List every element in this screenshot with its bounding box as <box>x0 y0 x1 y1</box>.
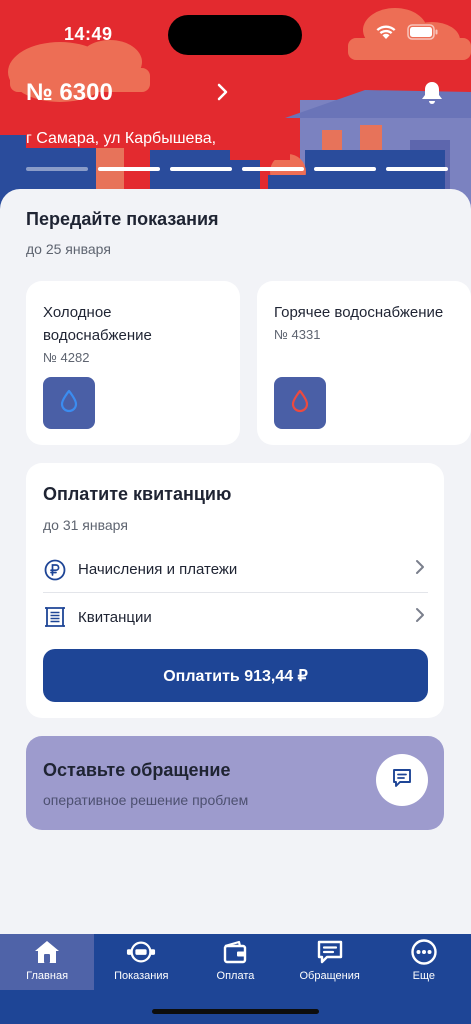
wallet-icon <box>220 938 250 966</box>
more-icon <box>409 938 439 966</box>
status-bar-icons <box>375 24 439 45</box>
chat-icon <box>391 767 413 794</box>
meter-title: Холодное водоснабжение <box>43 304 152 344</box>
dynamic-island <box>168 15 302 55</box>
submit-reading-button[interactable] <box>274 377 326 429</box>
wifi-icon <box>375 24 397 45</box>
main-content: Передайте показания до 25 января Холодно… <box>0 189 471 934</box>
pager-dot[interactable] <box>170 167 232 171</box>
pager-dot[interactable] <box>386 167 448 171</box>
tab-home[interactable]: Главная <box>0 934 95 990</box>
tab-readings[interactable]: Показания <box>94 934 188 990</box>
row-label: Начисления и платежи <box>78 561 238 578</box>
chevron-right-icon[interactable] <box>216 82 230 107</box>
charges-and-payments-row[interactable]: Начисления и платежи <box>43 547 428 593</box>
home-indicator[interactable] <box>152 1009 319 1014</box>
readings-due-date: до 25 января <box>26 241 111 257</box>
account-header: 14:49 № 6300 г Самара, ул Карбышева, <box>0 0 471 215</box>
appeal-card[interactable]: Оставьте обращение оперативное решение п… <box>26 736 444 830</box>
new-appeal-button[interactable] <box>376 754 428 806</box>
banner-pager[interactable] <box>26 167 448 171</box>
receipt-icon <box>43 605 67 629</box>
meter-icon <box>126 938 156 966</box>
meter-card-hot-water[interactable]: Горячее водоснабжение № 4331 <box>257 281 471 445</box>
receipts-row[interactable]: Квитанции <box>43 594 428 640</box>
home-icon <box>32 938 62 966</box>
status-bar-time: 14:49 <box>64 24 113 44</box>
tab-label: Оплата <box>216 970 255 982</box>
tab-more[interactable]: Еще <box>377 934 471 990</box>
pager-dot[interactable] <box>314 167 376 171</box>
payment-due-date: до 31 января <box>43 517 128 533</box>
pager-dot[interactable] <box>242 167 304 171</box>
payment-title: Оплатите квитанцию <box>43 484 232 504</box>
tab-label: Показания <box>114 970 169 982</box>
appeal-title: Оставьте обращение <box>43 760 231 780</box>
appeal-subtitle: оперативное решение проблем <box>43 792 249 808</box>
pay-button[interactable]: Оплатить 913,44 ₽ <box>43 649 428 702</box>
bell-icon[interactable] <box>420 80 444 111</box>
pager-dot[interactable] <box>98 167 160 171</box>
battery-icon <box>407 24 439 45</box>
meter-number: № 4331 <box>274 327 321 342</box>
chevron-right-icon <box>414 558 428 581</box>
meter-card-cold-water[interactable]: Холодное водоснабжение № 4282 <box>26 281 240 445</box>
water-drop-icon <box>59 389 79 418</box>
account-number[interactable]: № 6300 <box>26 79 113 107</box>
readings-title: Передайте показания <box>26 209 219 229</box>
water-drop-icon <box>290 389 310 418</box>
submit-reading-button[interactable] <box>43 377 95 429</box>
tab-appeals[interactable]: Обращения <box>283 934 377 990</box>
chevron-right-icon <box>414 606 428 629</box>
payment-card: Оплатите квитанцию до 31 января Начислен… <box>26 463 444 718</box>
tab-label: Еще <box>412 970 436 982</box>
tab-label: Главная <box>26 970 69 982</box>
meter-title: Горячее водоснабжение <box>274 304 444 321</box>
ruble-circle-icon <box>43 558 67 582</box>
tab-payment[interactable]: Оплата <box>188 934 282 990</box>
tab-label: Обращения <box>299 970 360 982</box>
pager-dot[interactable] <box>26 167 88 171</box>
account-address: г Самара, ул Карбышева, <box>26 130 221 148</box>
meter-number: № 4282 <box>43 350 90 365</box>
chat-icon <box>315 938 345 966</box>
row-label: Квитанции <box>78 608 152 626</box>
